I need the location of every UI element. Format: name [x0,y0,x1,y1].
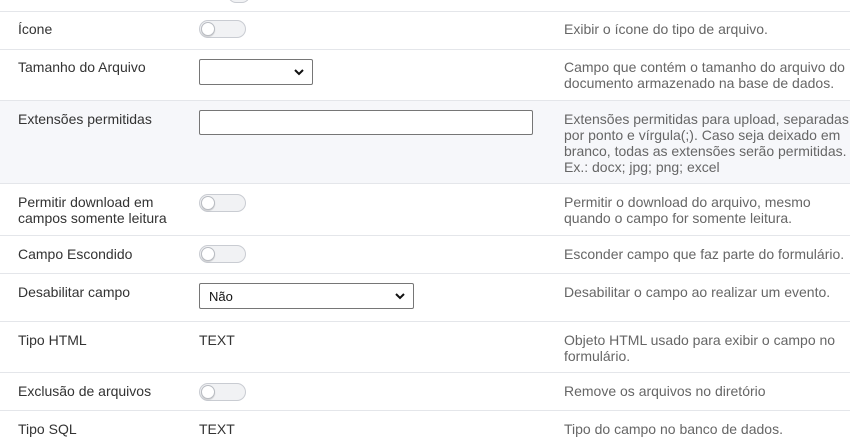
property-label: Desabilitar campo [18,284,131,300]
icone-toggle[interactable] [199,20,246,38]
property-label: Extensões permitidas [18,111,152,127]
property-description: Objeto HTML usado para exibir o campo no… [564,332,836,364]
tipo-html-value: TEXT [199,332,235,348]
property-label: Tipo HTML [18,332,87,348]
property-row-tamanho-arquivo: Tamanho do Arquivo Campo que contém o ta… [0,50,850,101]
select-value: Não [209,289,233,304]
property-row-desabilitar-campo: Desabilitar campo Não Desabilitar o camp… [0,274,850,322]
property-description: Extensões permitidas para upload, separa… [564,111,849,175]
tipo-sql-value: TEXT [199,421,235,437]
property-row-extensoes: Extensões permitidas Extensões permitida… [0,101,850,184]
property-description: Desabilitar o campo ao realizar um event… [564,284,831,300]
property-row-tipo-html: Tipo HTML TEXT Objeto HTML usado para ex… [0,322,850,373]
extensoes-input[interactable] [199,110,533,135]
property-label: Permitir download em campos somente leit… [18,194,167,226]
property-description: Tipo do campo no banco de dados. [564,421,783,437]
property-description: Esconder campo que faz parte do formulár… [564,246,845,262]
property-label: Tamanho do Arquivo [18,59,146,75]
property-row-exclusao-arquivos: Exclusão de arquivos Remove os arquivos … [0,373,850,411]
toggle-knob [201,247,215,261]
campo-escondido-toggle[interactable] [199,245,246,263]
property-row-permitir-download: Permitir download em campos somente leit… [0,184,850,236]
chevron-down-icon [294,69,304,76]
property-description: Permitir o download do arquivo, mesmo qu… [564,194,811,226]
permitir-download-toggle[interactable] [199,194,246,212]
tamanho-arquivo-select[interactable] [199,59,313,85]
partial-toggle-switch[interactable] [228,0,250,3]
property-description: Campo que contém o tamanho do arquivo do… [564,59,845,91]
property-description: Remove os arquivos no diretório [564,383,766,399]
desabilitar-campo-select[interactable]: Não [199,283,414,309]
property-row-icone: Ícone Exibir o ícone do tipo de arquivo. [0,12,850,50]
property-label: Campo Escondido [18,246,133,262]
property-row-tipo-sql: Tipo SQL TEXT Tipo do campo no banco de … [0,411,850,448]
toggle-knob [201,385,215,399]
toggle-knob [201,196,215,210]
previous-row-edge [0,0,850,12]
exclusao-arquivos-toggle[interactable] [199,383,246,401]
property-description: Exibir o ícone do tipo de arquivo. [564,21,768,37]
property-row-campo-escondido: Campo Escondido Esconder campo que faz p… [0,236,850,274]
chevron-down-icon [395,293,405,300]
toggle-knob [201,22,215,36]
property-label: Tipo SQL [18,421,77,437]
property-label: Exclusão de arquivos [18,383,152,399]
property-label: Ícone [18,21,53,37]
